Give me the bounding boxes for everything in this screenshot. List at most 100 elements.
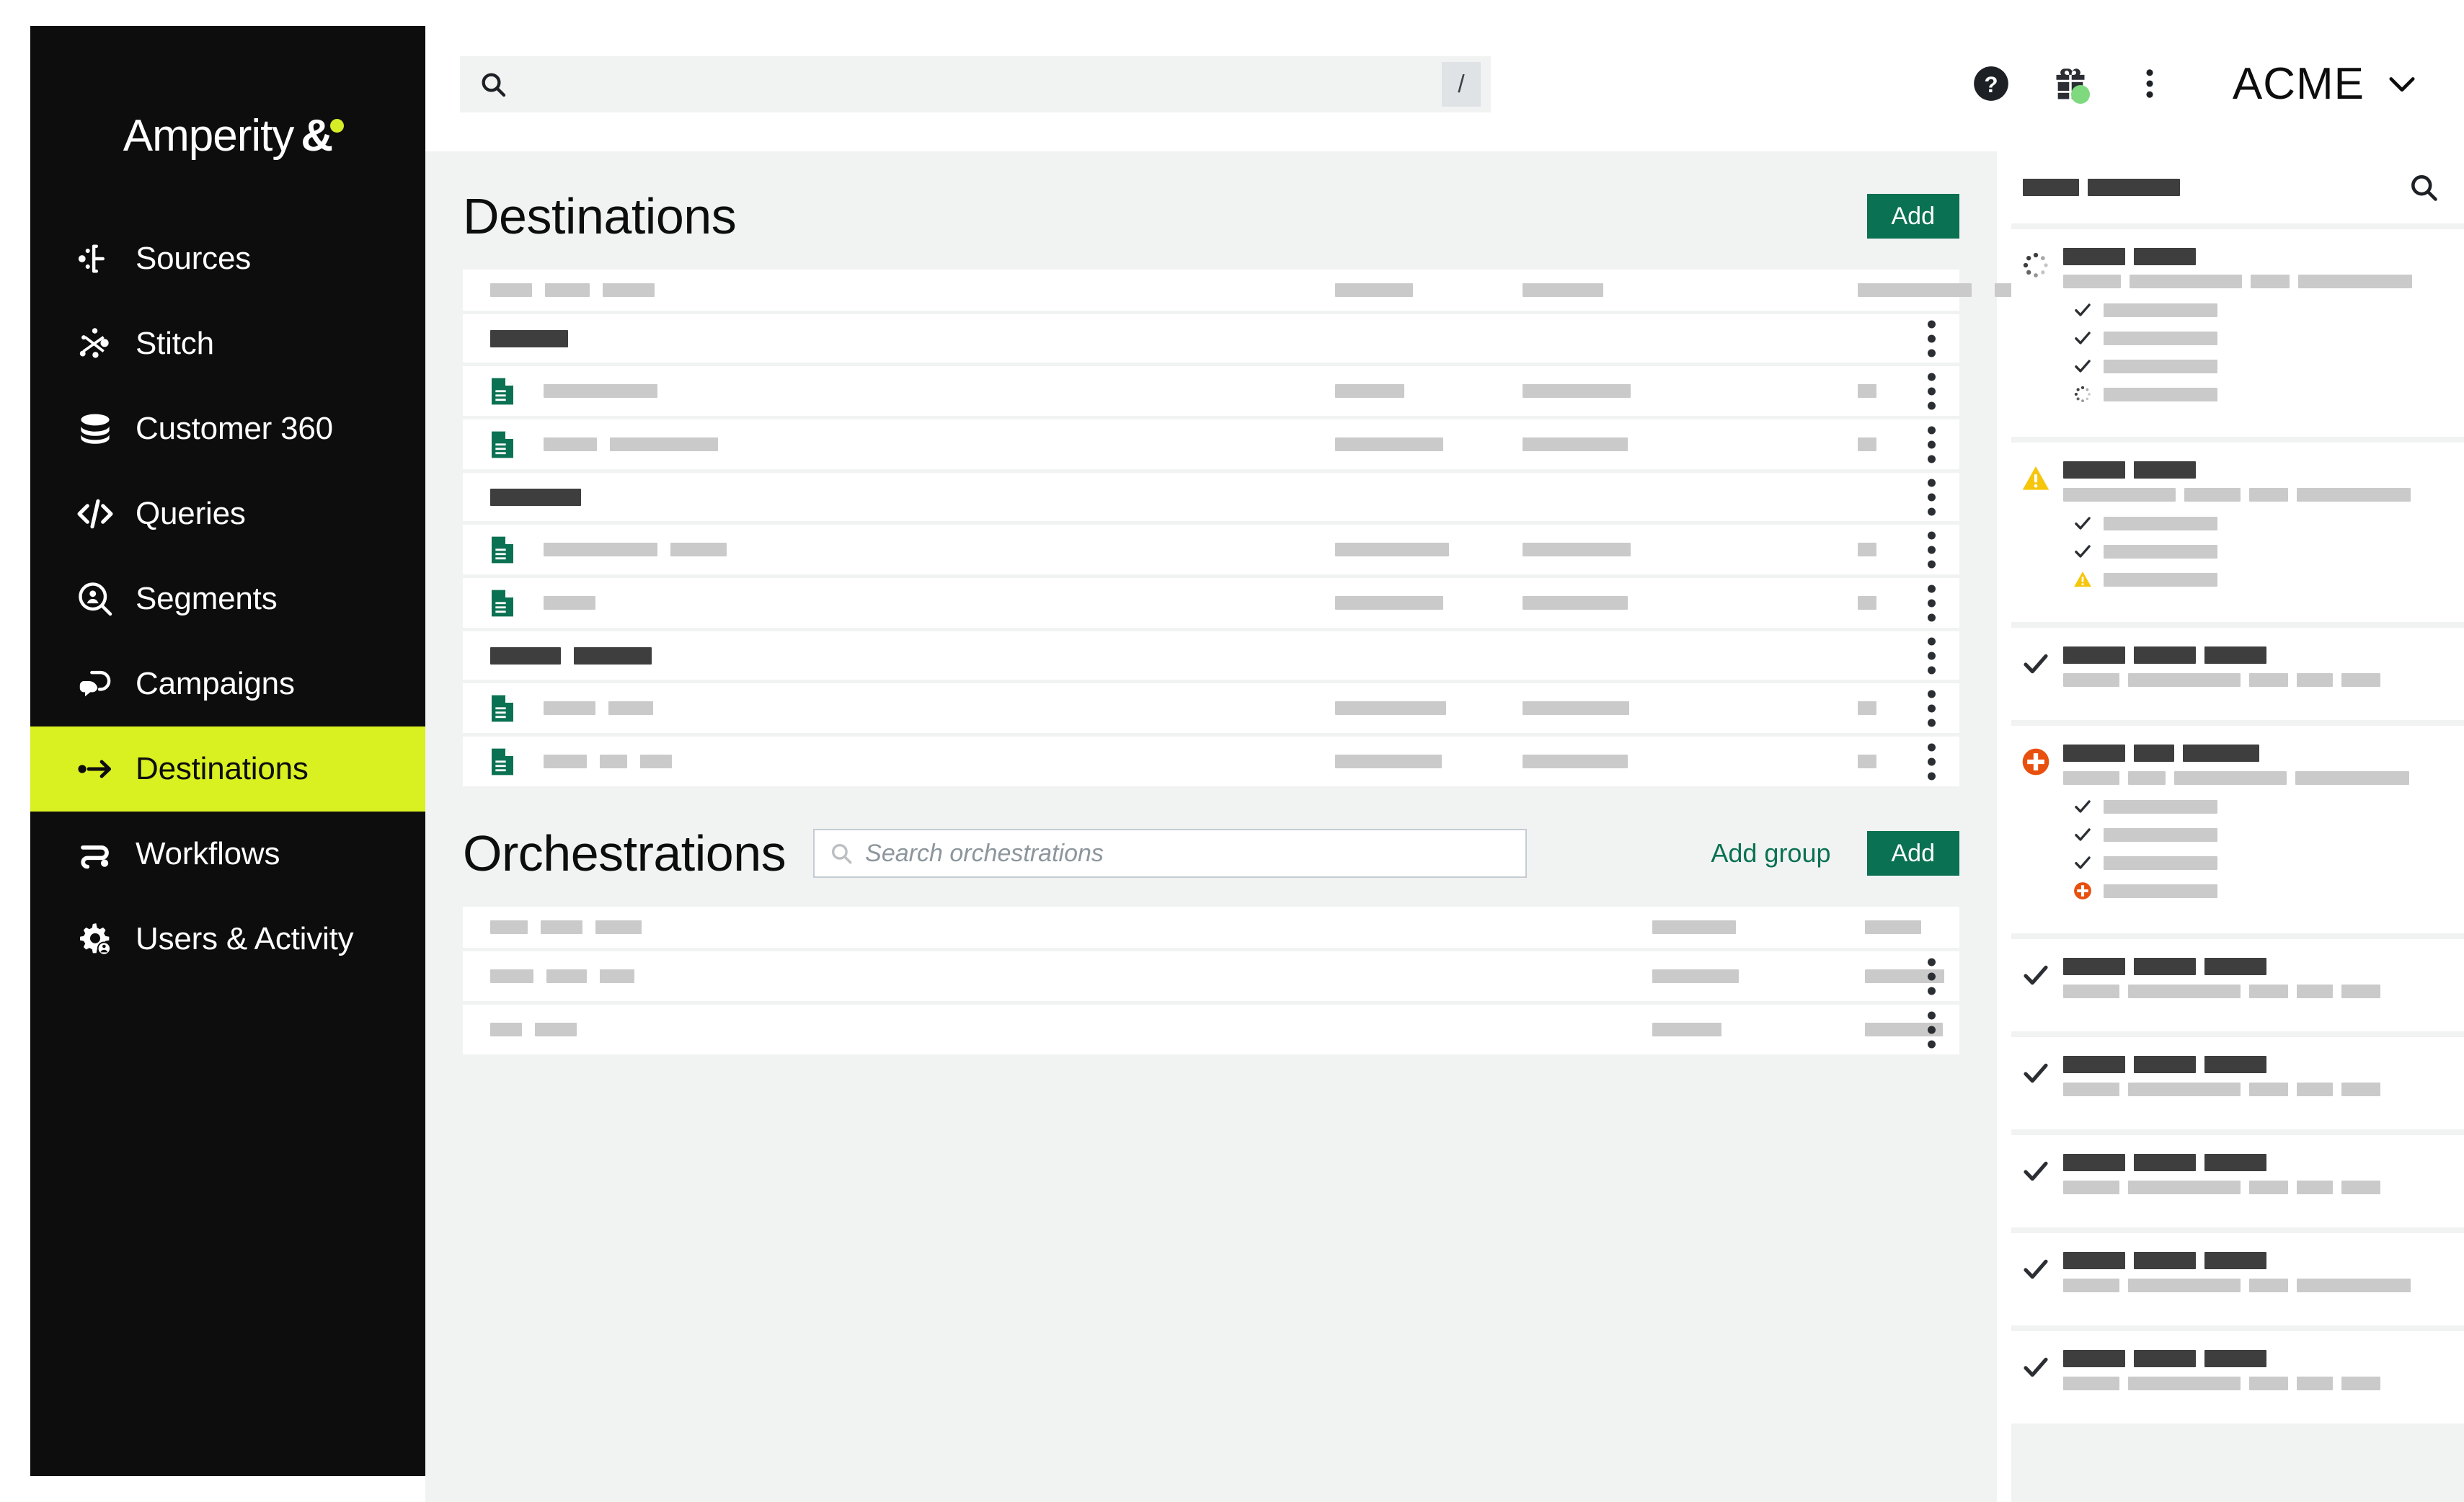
- row-kebab-menu-icon[interactable]: [1928, 531, 1936, 568]
- activity-card[interactable]: [2011, 1135, 2464, 1227]
- check-icon: [2021, 1252, 2053, 1307]
- sidebar-item-workflows[interactable]: Workflows: [30, 812, 425, 897]
- activity-card[interactable]: [2011, 229, 2464, 437]
- check-icon: [2021, 1154, 2053, 1209]
- table-row[interactable]: [463, 683, 1959, 737]
- sidebar-item-stitch[interactable]: Stitch: [30, 301, 425, 386]
- skeleton-bar: [2341, 985, 2380, 998]
- table-row[interactable]: [463, 1005, 2163, 1058]
- document-icon: [490, 377, 515, 406]
- table-row[interactable]: [463, 525, 1959, 578]
- gift-icon[interactable]: [2031, 48, 2110, 120]
- check-icon: [2021, 1350, 2053, 1405]
- row-kebab-menu-icon[interactable]: [1928, 690, 1936, 726]
- global-search[interactable]: /: [460, 56, 1491, 112]
- activity-card-title: [2063, 745, 2450, 762]
- skeleton-bar: [546, 969, 587, 983]
- top-bar-actions: ? ACME: [1951, 48, 2435, 120]
- skeleton-bar: [490, 1023, 522, 1036]
- activity-card[interactable]: [2011, 443, 2464, 622]
- orchestrations-search[interactable]: [813, 829, 1528, 878]
- skeleton-bar: [2128, 1181, 2241, 1194]
- sidebar-item-sources[interactable]: Sources: [30, 216, 425, 301]
- row-kebab-menu-icon[interactable]: [1928, 320, 1936, 357]
- tenant-switcher[interactable]: ACME: [2233, 58, 2435, 110]
- skeleton-bar: [2174, 771, 2287, 785]
- row-kebab-menu-icon[interactable]: [1928, 743, 1936, 780]
- campaigns-icon: [75, 664, 115, 704]
- skeleton-bar: [2204, 1350, 2266, 1367]
- skeleton-bar: [2130, 275, 2242, 288]
- table-row[interactable]: [463, 366, 1959, 419]
- activity-card[interactable]: [2011, 1037, 2464, 1129]
- skeleton-bar: [1858, 596, 1876, 610]
- sidebar-item-queries[interactable]: Queries: [30, 471, 425, 556]
- sidebar-item-label: Stitch: [136, 326, 214, 361]
- skeleton-bar: [535, 1023, 577, 1036]
- activity-card[interactable]: [2011, 1233, 2464, 1325]
- row-kebab-menu-icon[interactable]: [1928, 958, 1936, 995]
- kebab-menu-icon[interactable]: [2110, 48, 2189, 120]
- activity-card[interactable]: [2011, 628, 2464, 720]
- help-circle-icon[interactable]: ?: [1951, 48, 2031, 120]
- skeleton-bar: [2128, 985, 2241, 998]
- row-kebab-menu-icon[interactable]: [1928, 637, 1936, 674]
- row-name-cell: [490, 377, 657, 406]
- add-destination-button[interactable]: Add: [1866, 194, 1959, 239]
- skeleton-bar: [2104, 799, 2217, 814]
- skeleton-bar: [2104, 572, 2217, 587]
- skeleton-bar: [2134, 646, 2196, 664]
- sidebar-item-label: Workflows: [136, 836, 280, 871]
- search-input[interactable]: [518, 70, 1442, 99]
- skeleton-bar: [2204, 958, 2266, 975]
- skeleton-bar: [2063, 1056, 2125, 1073]
- amperity-logo[interactable]: Amperity &: [30, 92, 425, 179]
- skeleton-bar: [490, 488, 581, 506]
- activity-card-body: [2063, 1154, 2450, 1209]
- row-kebab-menu-icon[interactable]: [1928, 426, 1936, 463]
- skeleton-bar: [640, 755, 672, 768]
- activity-card[interactable]: [2011, 939, 2464, 1031]
- row-kebab-menu-icon[interactable]: [1928, 585, 1936, 621]
- orchestrations-table: [463, 907, 2390, 1058]
- row-status-cell: [1858, 596, 1876, 610]
- add-orchestration-button[interactable]: Add: [1866, 831, 1959, 876]
- skeleton-bar: [1523, 283, 1603, 297]
- sidebar-item-segments[interactable]: Segments: [30, 556, 425, 641]
- top-bar: / ? ACME: [425, 0, 2464, 151]
- sidebar-item-campaigns[interactable]: Campaigns: [30, 641, 425, 726]
- row-kebab-menu-icon[interactable]: [1928, 479, 1936, 515]
- row-kebab-menu-icon[interactable]: [1928, 1011, 1936, 1048]
- activity-card[interactable]: [2011, 726, 2464, 933]
- table-group-row[interactable]: [463, 631, 1959, 683]
- skeleton-bar: [1335, 384, 1404, 398]
- skeleton-bar: [574, 646, 652, 665]
- add-group-link[interactable]: Add group: [1711, 838, 1830, 868]
- sidebar-item-users-activity[interactable]: Users & Activity: [30, 897, 425, 982]
- skeleton-bar: [2128, 1377, 2241, 1390]
- table-group-row[interactable]: [463, 314, 1959, 366]
- table-row[interactable]: [463, 737, 1959, 790]
- skeleton-bar: [1858, 755, 1876, 768]
- error-icon: [2021, 745, 2053, 915]
- skeleton-bar: [2134, 958, 2196, 975]
- row-name-cell: [490, 646, 652, 665]
- sidebar-item-customer-360[interactable]: Customer 360: [30, 386, 425, 471]
- skeleton-bar: [1865, 920, 1921, 934]
- skeleton-bar: [2104, 359, 2217, 373]
- search-icon[interactable]: [2408, 172, 2439, 203]
- skeleton-bar: [544, 596, 595, 610]
- row-kebab-menu-icon[interactable]: [1928, 373, 1936, 409]
- svg-text:?: ?: [1984, 72, 1998, 97]
- table-row[interactable]: [463, 578, 1959, 631]
- sidebar-item-destinations[interactable]: Destinations: [30, 726, 425, 812]
- skeleton-bar: [2063, 985, 2119, 998]
- activity-card[interactable]: [2011, 1331, 2464, 1423]
- stitch-icon: [75, 324, 115, 364]
- activity-task-list: [2063, 301, 2450, 404]
- table-group-row[interactable]: [463, 473, 1959, 525]
- skeleton-bar: [2063, 488, 2176, 502]
- table-row[interactable]: [463, 951, 2181, 1005]
- table-row[interactable]: [463, 419, 1959, 473]
- orchestrations-search-input[interactable]: [865, 839, 1512, 868]
